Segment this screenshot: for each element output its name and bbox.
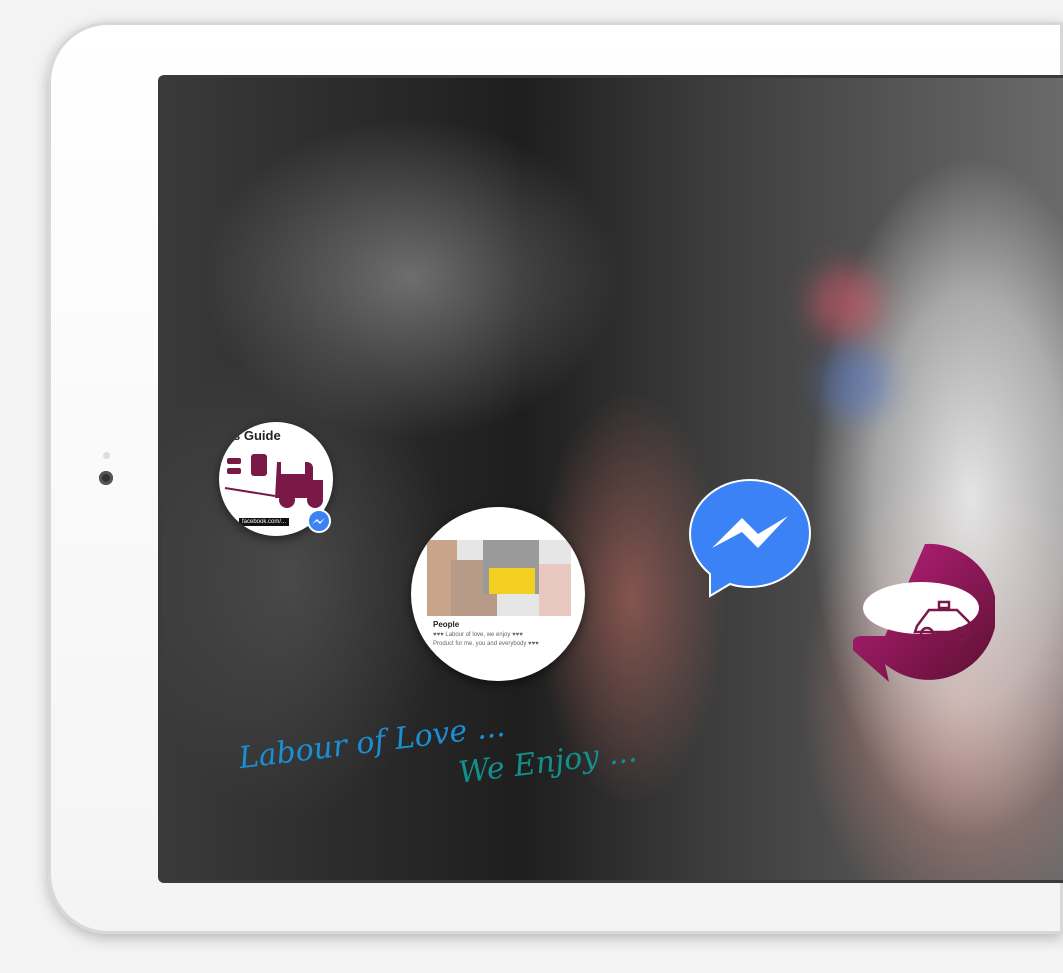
people-title: People	[433, 620, 460, 629]
messenger-badge-icon	[307, 509, 331, 533]
blur-blob	[821, 348, 891, 418]
bus-guide-footer: facebook.com/...	[239, 518, 290, 526]
messenger-chathead-icon[interactable]	[688, 476, 814, 600]
people-line2: Product for me, you and everybody ♥♥♥	[433, 641, 539, 647]
blur-blob	[811, 268, 881, 338]
people-chathead[interactable]: People ♥♥♥ Labour of love, we enjoy ♥♥♥ …	[411, 507, 585, 681]
taxi-chathead-icon[interactable]	[853, 542, 995, 684]
people-photos	[427, 540, 571, 616]
sensor-dot	[103, 452, 110, 459]
people-line1: ♥♥♥ Labour of love, we enjoy ♥♥♥	[433, 632, 523, 638]
camera-icon	[99, 471, 113, 485]
